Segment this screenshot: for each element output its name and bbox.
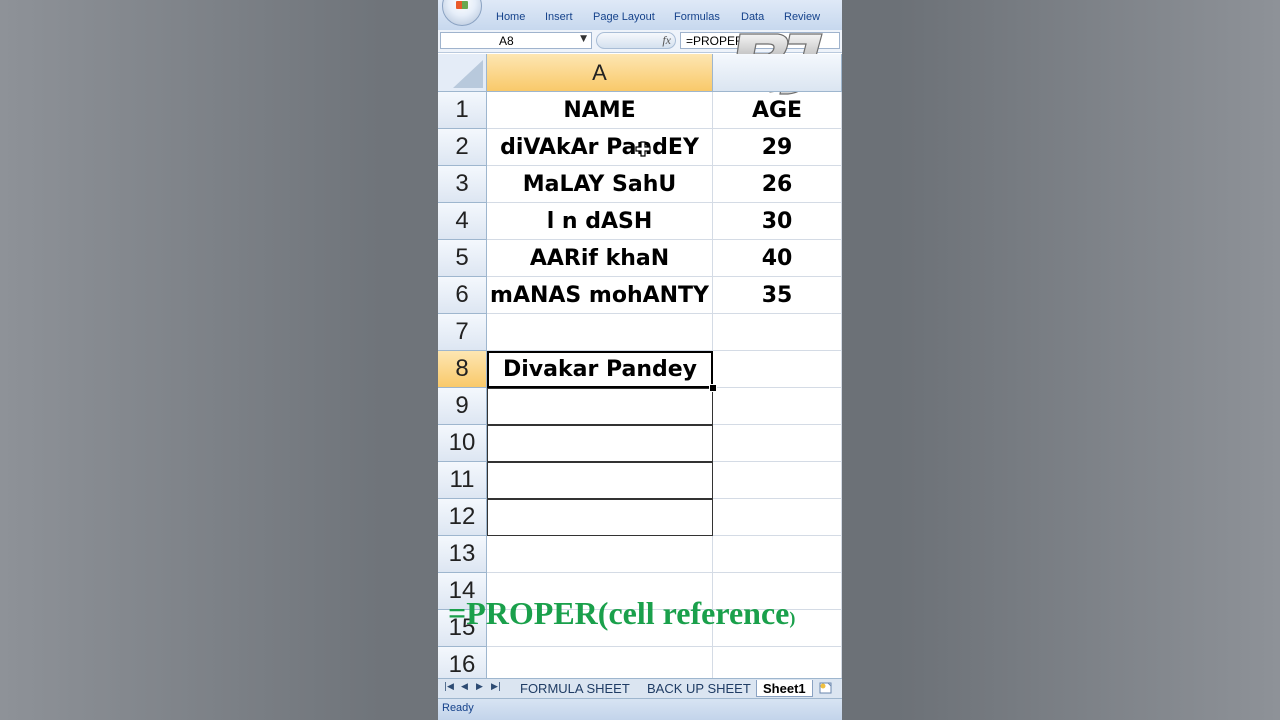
tab-review[interactable]: Review — [784, 11, 820, 23]
cell-a4[interactable]: l n dASH — [487, 203, 713, 240]
tab-page-layout[interactable]: Page Layout — [593, 11, 655, 23]
row-header-10[interactable]: 10 — [438, 425, 487, 462]
cell-b1[interactable]: AGE — [713, 92, 842, 129]
fx-icon[interactable]: fx — [662, 33, 671, 48]
cell-a6[interactable]: mANAS mohANTY — [487, 277, 713, 314]
sheet-tab-formula-sheet[interactable]: FORMULA SHEET — [514, 680, 636, 697]
row-header-8[interactable]: 8 — [438, 351, 487, 388]
next-sheet-icon[interactable]: ▶ — [476, 682, 483, 692]
cell-cursor-icon — [635, 141, 651, 157]
cell-a3[interactable]: MaLAY SahU — [487, 166, 713, 203]
name-box-value: A8 — [499, 34, 514, 48]
ribbon-tabs: Home Insert Page Layout Formulas Data Re… — [438, 0, 842, 31]
chevron-down-icon[interactable]: ▼ — [580, 34, 587, 44]
select-all-button[interactable] — [438, 54, 487, 92]
cell-b11[interactable] — [713, 462, 842, 499]
insert-function-control[interactable]: fx — [596, 32, 676, 49]
row-header-4[interactable]: 4 — [438, 203, 487, 240]
row-header-3[interactable]: 3 — [438, 166, 487, 203]
office-button[interactable] — [442, 0, 482, 26]
cell-b13[interactable] — [713, 536, 842, 573]
row-header-1[interactable]: 1 — [438, 92, 487, 129]
insert-sheet-icon[interactable] — [818, 681, 834, 695]
cell-a8[interactable]: Divakar Pandey — [487, 351, 713, 388]
cell-a10[interactable] — [487, 425, 713, 462]
cell-b6[interactable]: 35 — [713, 277, 842, 314]
prev-sheet-icon[interactable]: ◀ — [461, 682, 468, 692]
cell-a12[interactable] — [487, 499, 713, 536]
sheet-tab-sheet1[interactable]: Sheet1 — [756, 680, 813, 697]
tab-formulas[interactable]: Formulas — [674, 11, 720, 23]
cell-b4[interactable]: 30 — [713, 203, 842, 240]
last-sheet-icon[interactable]: ▶| — [491, 682, 501, 692]
cell-b5[interactable]: 40 — [713, 240, 842, 277]
name-box[interactable]: A8 ▼ — [440, 32, 592, 49]
row-header-12[interactable]: 12 — [438, 499, 487, 536]
cell-a2[interactable]: diVAkAr PandEY — [487, 129, 713, 166]
tab-data[interactable]: Data — [741, 11, 764, 23]
tab-insert[interactable]: Insert — [545, 11, 573, 23]
row-header-6[interactable]: 6 — [438, 277, 487, 314]
cell-a9[interactable] — [487, 388, 713, 425]
cell-a1[interactable]: NAME — [487, 92, 713, 129]
status-bar: Ready — [438, 698, 842, 720]
worksheet-grid: A 1 NAME AGE 2 diVAkAr PandEY 29 3 MaLAY SahU 26… — [438, 54, 842, 684]
cell-a13[interactable] — [487, 536, 713, 573]
cell-a5[interactable]: AARif khaN — [487, 240, 713, 277]
row-header-11[interactable]: 11 — [438, 462, 487, 499]
cell-b3[interactable]: 26 — [713, 166, 842, 203]
row-header-2[interactable]: 2 — [438, 129, 487, 166]
row-header-7[interactable]: 7 — [438, 314, 487, 351]
sheet-tab-back-up-sheet[interactable]: BACK UP SHEET — [641, 680, 757, 697]
row-header-9[interactable]: 9 — [438, 388, 487, 425]
sheet-tab-bar: |◀ ◀ ▶ ▶| FORMULA SHEET BACK UP SHEET Sh… — [438, 678, 842, 699]
caption-close: ) — [789, 608, 796, 628]
formula-caption-overlay: =PROPER(cell reference) — [448, 595, 795, 632]
cell-b10[interactable] — [713, 425, 842, 462]
cell-b12[interactable] — [713, 499, 842, 536]
excel-window: Home Insert Page Layout Formulas Data Re… — [438, 0, 842, 720]
status-text: Ready — [442, 702, 474, 714]
tab-home[interactable]: Home — [496, 11, 525, 23]
cell-a11[interactable] — [487, 462, 713, 499]
cell-a7[interactable] — [487, 314, 713, 351]
column-header-a[interactable]: A — [487, 54, 713, 92]
row-header-13[interactable]: 13 — [438, 536, 487, 573]
cell-b7[interactable] — [713, 314, 842, 351]
fill-handle[interactable] — [709, 384, 717, 392]
first-sheet-icon[interactable]: |◀ — [444, 682, 454, 692]
cell-b8[interactable] — [713, 351, 842, 388]
column-header-b[interactable] — [713, 54, 842, 92]
cell-b2[interactable]: 29 — [713, 129, 842, 166]
office-logo-icon — [456, 1, 468, 9]
caption-main: =PROPER(cell reference — [448, 595, 790, 631]
cell-b9[interactable] — [713, 388, 842, 425]
row-header-5[interactable]: 5 — [438, 240, 487, 277]
